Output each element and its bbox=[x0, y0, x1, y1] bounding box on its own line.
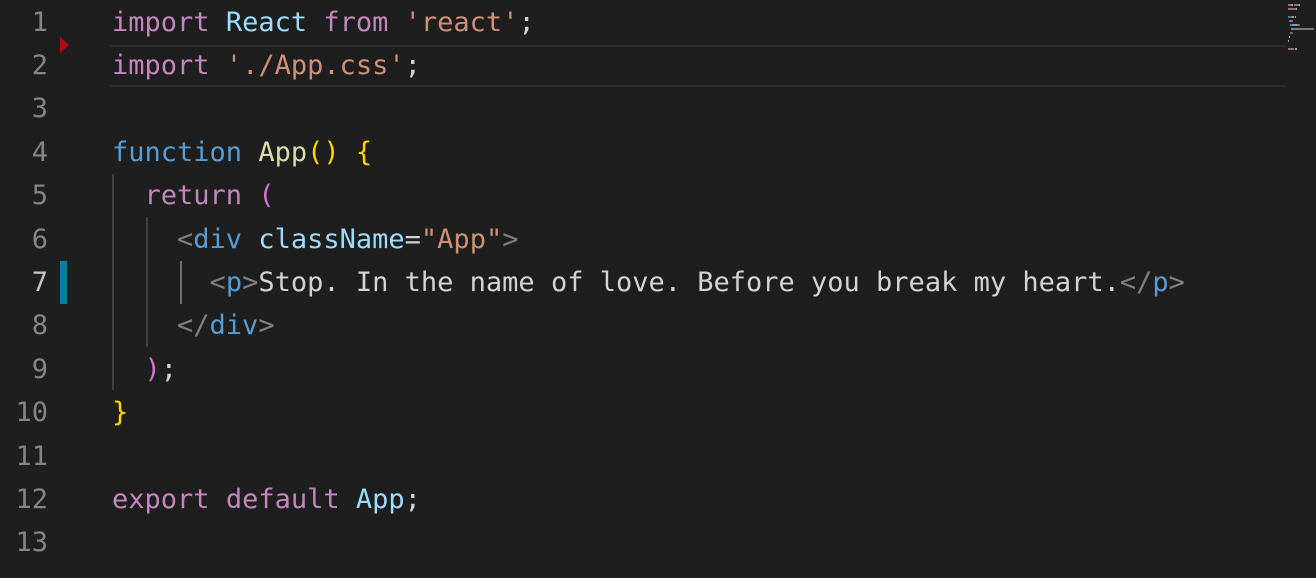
line-number[interactable]: 2 bbox=[0, 44, 48, 87]
code-token: ; bbox=[404, 483, 421, 515]
code-token: div bbox=[209, 310, 259, 342]
code-line[interactable]: function App() { bbox=[112, 131, 372, 174]
code-token: </ bbox=[177, 310, 210, 342]
code-token: React bbox=[225, 6, 308, 38]
breakpoint-icon[interactable] bbox=[60, 37, 69, 53]
line-number[interactable]: 3 bbox=[0, 87, 48, 130]
code-line[interactable]: return ( bbox=[112, 174, 275, 217]
minimap-token bbox=[1296, 48, 1298, 50]
code-token: App bbox=[258, 136, 308, 168]
code-editor[interactable]: 1 2 3 4 5 6 7 8 9 10 11 12 13 import React from 'rea… bbox=[0, 0, 1316, 578]
code-token: className bbox=[258, 223, 405, 255]
line-number[interactable]: 9 bbox=[0, 348, 48, 391]
code-line[interactable]: import './App.css'; bbox=[112, 44, 421, 87]
minimap-token bbox=[1294, 16, 1296, 18]
minimap[interactable] bbox=[1286, 0, 1316, 578]
code-token: < bbox=[177, 223, 194, 255]
code-token: Stop. In the name of love. Before you br… bbox=[258, 266, 1120, 298]
code-token: > bbox=[258, 310, 275, 342]
code-token: ) bbox=[144, 353, 161, 385]
code-token: p bbox=[1152, 266, 1169, 298]
code-line[interactable]: ); bbox=[112, 348, 178, 391]
line-number[interactable]: 12 bbox=[0, 478, 48, 521]
code-token: div bbox=[193, 223, 243, 255]
code-token: () bbox=[307, 136, 340, 168]
code-line[interactable]: </div> bbox=[112, 304, 275, 347]
minimap-token bbox=[1298, 24, 1300, 26]
code-token: function bbox=[112, 136, 243, 168]
code-line[interactable]: <p>Stop. In the name of love. Before you… bbox=[112, 261, 1185, 304]
minimap-token bbox=[1292, 28, 1314, 30]
line-number[interactable]: 5 bbox=[0, 174, 48, 217]
line-number[interactable]: 10 bbox=[0, 391, 48, 434]
line-number[interactable]: 1 bbox=[0, 1, 48, 44]
code-token: } bbox=[112, 397, 129, 429]
minimap-token bbox=[1292, 20, 1294, 22]
code-token: default bbox=[225, 483, 340, 515]
code-token: </ bbox=[1119, 266, 1153, 298]
code-token: import bbox=[112, 49, 210, 81]
code-token: "App" bbox=[420, 223, 503, 255]
minimap-token bbox=[1292, 32, 1294, 34]
code-token: 'react' bbox=[404, 6, 519, 38]
line-number[interactable]: 13 bbox=[0, 521, 48, 564]
code-token: < bbox=[209, 266, 226, 298]
code-token: import bbox=[112, 6, 210, 38]
code-text-area[interactable]: import React from 'react'; import './App.… bbox=[112, 0, 1282, 578]
minimap-token bbox=[1289, 36, 1291, 38]
code-token: ; bbox=[518, 6, 535, 38]
code-token: App bbox=[355, 483, 405, 515]
line-number[interactable]: 8 bbox=[0, 304, 48, 347]
code-token: return bbox=[144, 180, 243, 212]
line-number[interactable]: 4 bbox=[0, 131, 48, 174]
git-modified-indicator[interactable] bbox=[60, 261, 67, 304]
code-line[interactable]: } bbox=[112, 391, 128, 434]
code-token: './App.css' bbox=[225, 49, 405, 81]
code-token: = bbox=[404, 223, 421, 255]
code-token: ; bbox=[404, 49, 421, 81]
minimap-token bbox=[1288, 40, 1289, 42]
line-number[interactable]: 6 bbox=[0, 218, 48, 261]
code-token: > bbox=[502, 223, 519, 255]
code-line[interactable]: export default App; bbox=[112, 478, 421, 521]
code-line[interactable]: <div className="App"> bbox=[112, 218, 518, 261]
minimap-token bbox=[1296, 8, 1298, 10]
code-token: export bbox=[112, 483, 210, 515]
minimap-token bbox=[1288, 16, 1292, 18]
code-token: > bbox=[1168, 266, 1185, 298]
code-token: from bbox=[323, 6, 389, 38]
code-token: ; bbox=[160, 353, 178, 385]
minimap-token bbox=[1299, 4, 1301, 6]
code-token: p bbox=[225, 266, 243, 298]
line-number[interactable]: 11 bbox=[0, 435, 48, 478]
code-token: { bbox=[355, 136, 373, 168]
code-token: > bbox=[242, 266, 259, 298]
code-line[interactable]: import React from 'react'; bbox=[112, 1, 535, 44]
code-token: ( bbox=[258, 180, 275, 212]
line-number[interactable]: 7 bbox=[0, 261, 48, 304]
